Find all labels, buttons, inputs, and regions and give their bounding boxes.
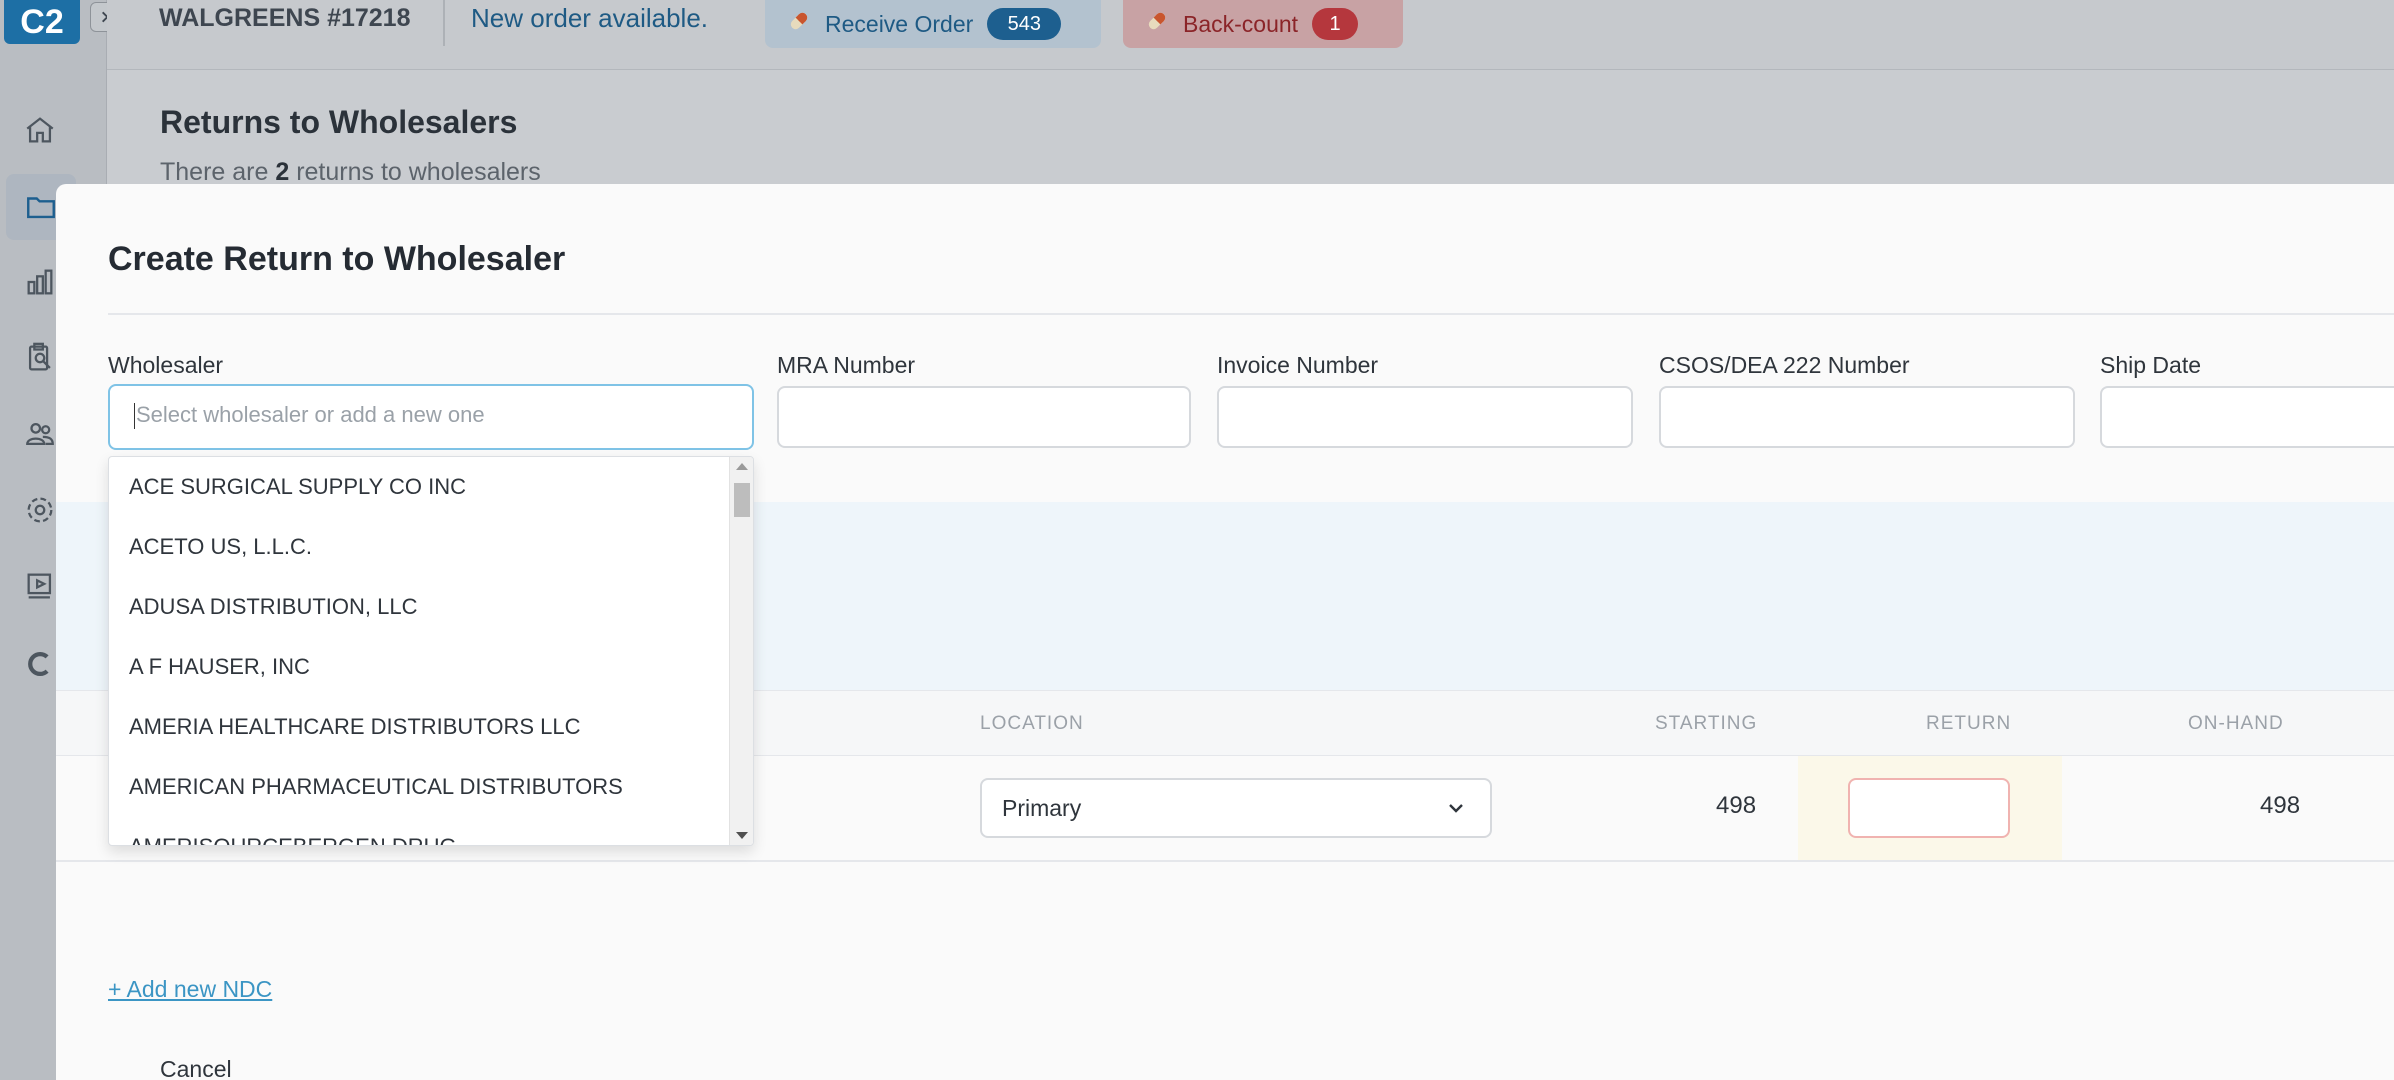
chevron-down-icon: [1449, 804, 1463, 813]
app-logo[interactable]: C2: [4, 0, 80, 44]
scroll-up-arrow-icon[interactable]: [736, 463, 748, 470]
receive-order-count: 543: [987, 8, 1062, 40]
page-title: Returns to Wholesalers: [160, 104, 518, 140]
page-subtitle: There are 2 returns to wholesalers: [160, 158, 541, 186]
back-count-count: 1: [1312, 8, 1359, 40]
header-on-hand: ON-HAND: [2188, 713, 2284, 734]
divider: [443, 0, 445, 46]
chart-icon[interactable]: [20, 262, 60, 302]
settings-icon[interactable]: [20, 490, 60, 530]
add-new-ndc-link[interactable]: + Add new NDC: [108, 976, 272, 1003]
receive-order-label: Receive Order: [825, 10, 974, 37]
ship-date-input[interactable]: [2100, 386, 2394, 448]
back-count-label: Back-count: [1183, 10, 1299, 37]
list-item[interactable]: AMERICAN PHARMACEUTICAL DISTRIBUTORS: [109, 757, 729, 817]
invoice-number-input[interactable]: [1217, 386, 1633, 448]
top-bar: WALGREENS #17218 New order available. Re…: [107, 0, 2394, 70]
csos-number-label: CSOS/DEA 222 Number: [1659, 352, 1910, 378]
starting-value: 498: [1716, 792, 1757, 819]
header-starting: STARTING: [1655, 713, 1758, 734]
on-hand-value: 498: [2260, 792, 2301, 819]
create-return-modal: Create Return to Wholesaler Wholesaler S…: [56, 184, 2394, 1080]
divider: [108, 313, 2394, 315]
pill-capsule-icon: [1145, 9, 1169, 39]
text-caret: [134, 403, 135, 430]
mra-number-input[interactable]: [777, 386, 1191, 448]
csos-number-input[interactable]: [1659, 386, 2075, 448]
users-icon[interactable]: [20, 414, 60, 454]
home-icon[interactable]: [20, 110, 60, 150]
video-icon[interactable]: [20, 566, 60, 606]
list-item[interactable]: AMERIA HEALTHCARE DISTRIBUTORS LLC: [109, 697, 729, 757]
wholesaler-input[interactable]: Select wholesaler or add a new one: [108, 384, 754, 450]
list-item[interactable]: AMERISOURCEBERGEN DRUG: [109, 817, 729, 845]
list-item[interactable]: ACE SURGICAL SUPPLY CO INC: [109, 457, 729, 517]
list-item[interactable]: ACETO US, L.L.C.: [109, 517, 729, 577]
scroll-thumb[interactable]: [734, 483, 750, 517]
dropdown-scrollbar[interactable]: [729, 457, 753, 845]
cancel-button[interactable]: Cancel: [160, 1056, 232, 1080]
receive-order-button[interactable]: Receive Order 543: [765, 0, 1101, 48]
new-order-notice[interactable]: New order available.: [471, 0, 708, 36]
invoice-number-label: Invoice Number: [1217, 352, 1379, 378]
list-item[interactable]: A F HAUSER, INC: [109, 637, 729, 697]
store-name: WALGREENS #17218: [159, 4, 411, 32]
modal-title: Create Return to Wholesaler: [108, 240, 566, 278]
pill-capsule-icon: [787, 9, 811, 39]
mra-number-label: MRA Number: [777, 352, 916, 378]
wholesaler-label: Wholesaler: [108, 352, 224, 378]
clipboard-search-icon[interactable]: [20, 338, 60, 378]
wholesaler-dropdown[interactable]: ACE SURGICAL SUPPLY CO INC ACETO US, L.L…: [108, 456, 754, 846]
location-select[interactable]: Primary: [980, 778, 1492, 838]
return-cell: [1798, 756, 2062, 860]
back-count-button[interactable]: Back-count 1: [1123, 0, 1403, 48]
list-item[interactable]: ADUSA DISTRIBUTION, LLC: [109, 577, 729, 637]
c-logo-icon[interactable]: [20, 644, 60, 684]
scroll-down-arrow-icon[interactable]: [736, 832, 748, 839]
return-quantity-input[interactable]: [1848, 778, 2010, 838]
header-location: LOCATION: [980, 713, 1084, 734]
header-return: RETURN: [1926, 713, 2012, 734]
ship-date-label: Ship Date: [2100, 352, 2202, 378]
